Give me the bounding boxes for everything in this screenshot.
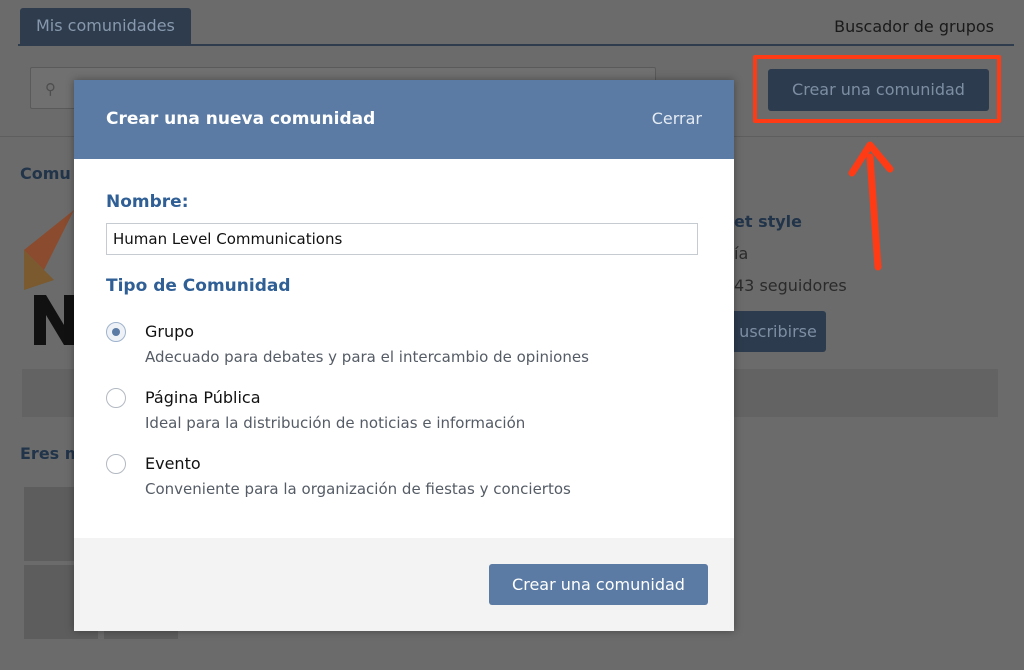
modal-header: Crear una nueva comunidad Cerrar (74, 80, 734, 159)
tab-mis-comunidades[interactable]: Mis comunidades (20, 8, 191, 44)
option-evento[interactable]: Evento Conveniente para la organización … (106, 452, 706, 502)
option-description: Conveniente para la organización de fies… (145, 480, 571, 498)
radio-selected-dot (112, 328, 120, 336)
tab-buscador-de-grupos[interactable]: Buscador de grupos (834, 17, 994, 36)
section-heading-communities: Comu (20, 164, 71, 183)
section-heading-member: Eres m (20, 444, 82, 463)
option-description: Ideal para la distribución de noticias e… (145, 414, 526, 432)
option-pagina-publica[interactable]: Página Pública Ideal para la distribució… (106, 386, 706, 436)
community-name-input[interactable] (106, 223, 698, 255)
arrow-annotation-icon (848, 141, 894, 271)
option-description: Adecuado para debates y para el intercam… (145, 348, 589, 366)
tab-bar: Mis comunidades Buscador de grupos (18, 0, 1014, 46)
modal-footer: Crear una comunidad (74, 538, 734, 631)
radio-pagina-publica[interactable] (106, 388, 126, 408)
highlight-annotation-box (753, 55, 1001, 123)
modal-title: Crear una nueva comunidad (106, 109, 376, 129)
radio-evento[interactable] (106, 454, 126, 474)
option-label: Grupo (145, 322, 195, 341)
community-type-label: Tipo de Comunidad (106, 276, 291, 296)
group-followers: 43 seguidores (734, 276, 847, 295)
group-name[interactable]: et style (734, 212, 802, 231)
name-label: Nombre: (106, 192, 189, 212)
close-button[interactable]: Cerrar (652, 109, 702, 128)
option-label: Página Pública (145, 388, 261, 407)
search-icon: ⚲ (45, 80, 56, 98)
radio-grupo[interactable] (106, 322, 126, 342)
option-label: Evento (145, 454, 201, 473)
group-type: ía (734, 244, 749, 263)
create-community-modal: Crear una nueva comunidad Cerrar Nombre:… (74, 80, 734, 631)
submit-create-community-button[interactable]: Crear una comunidad (489, 564, 708, 605)
option-grupo[interactable]: Grupo Adecuado para debates y para el in… (106, 320, 706, 370)
